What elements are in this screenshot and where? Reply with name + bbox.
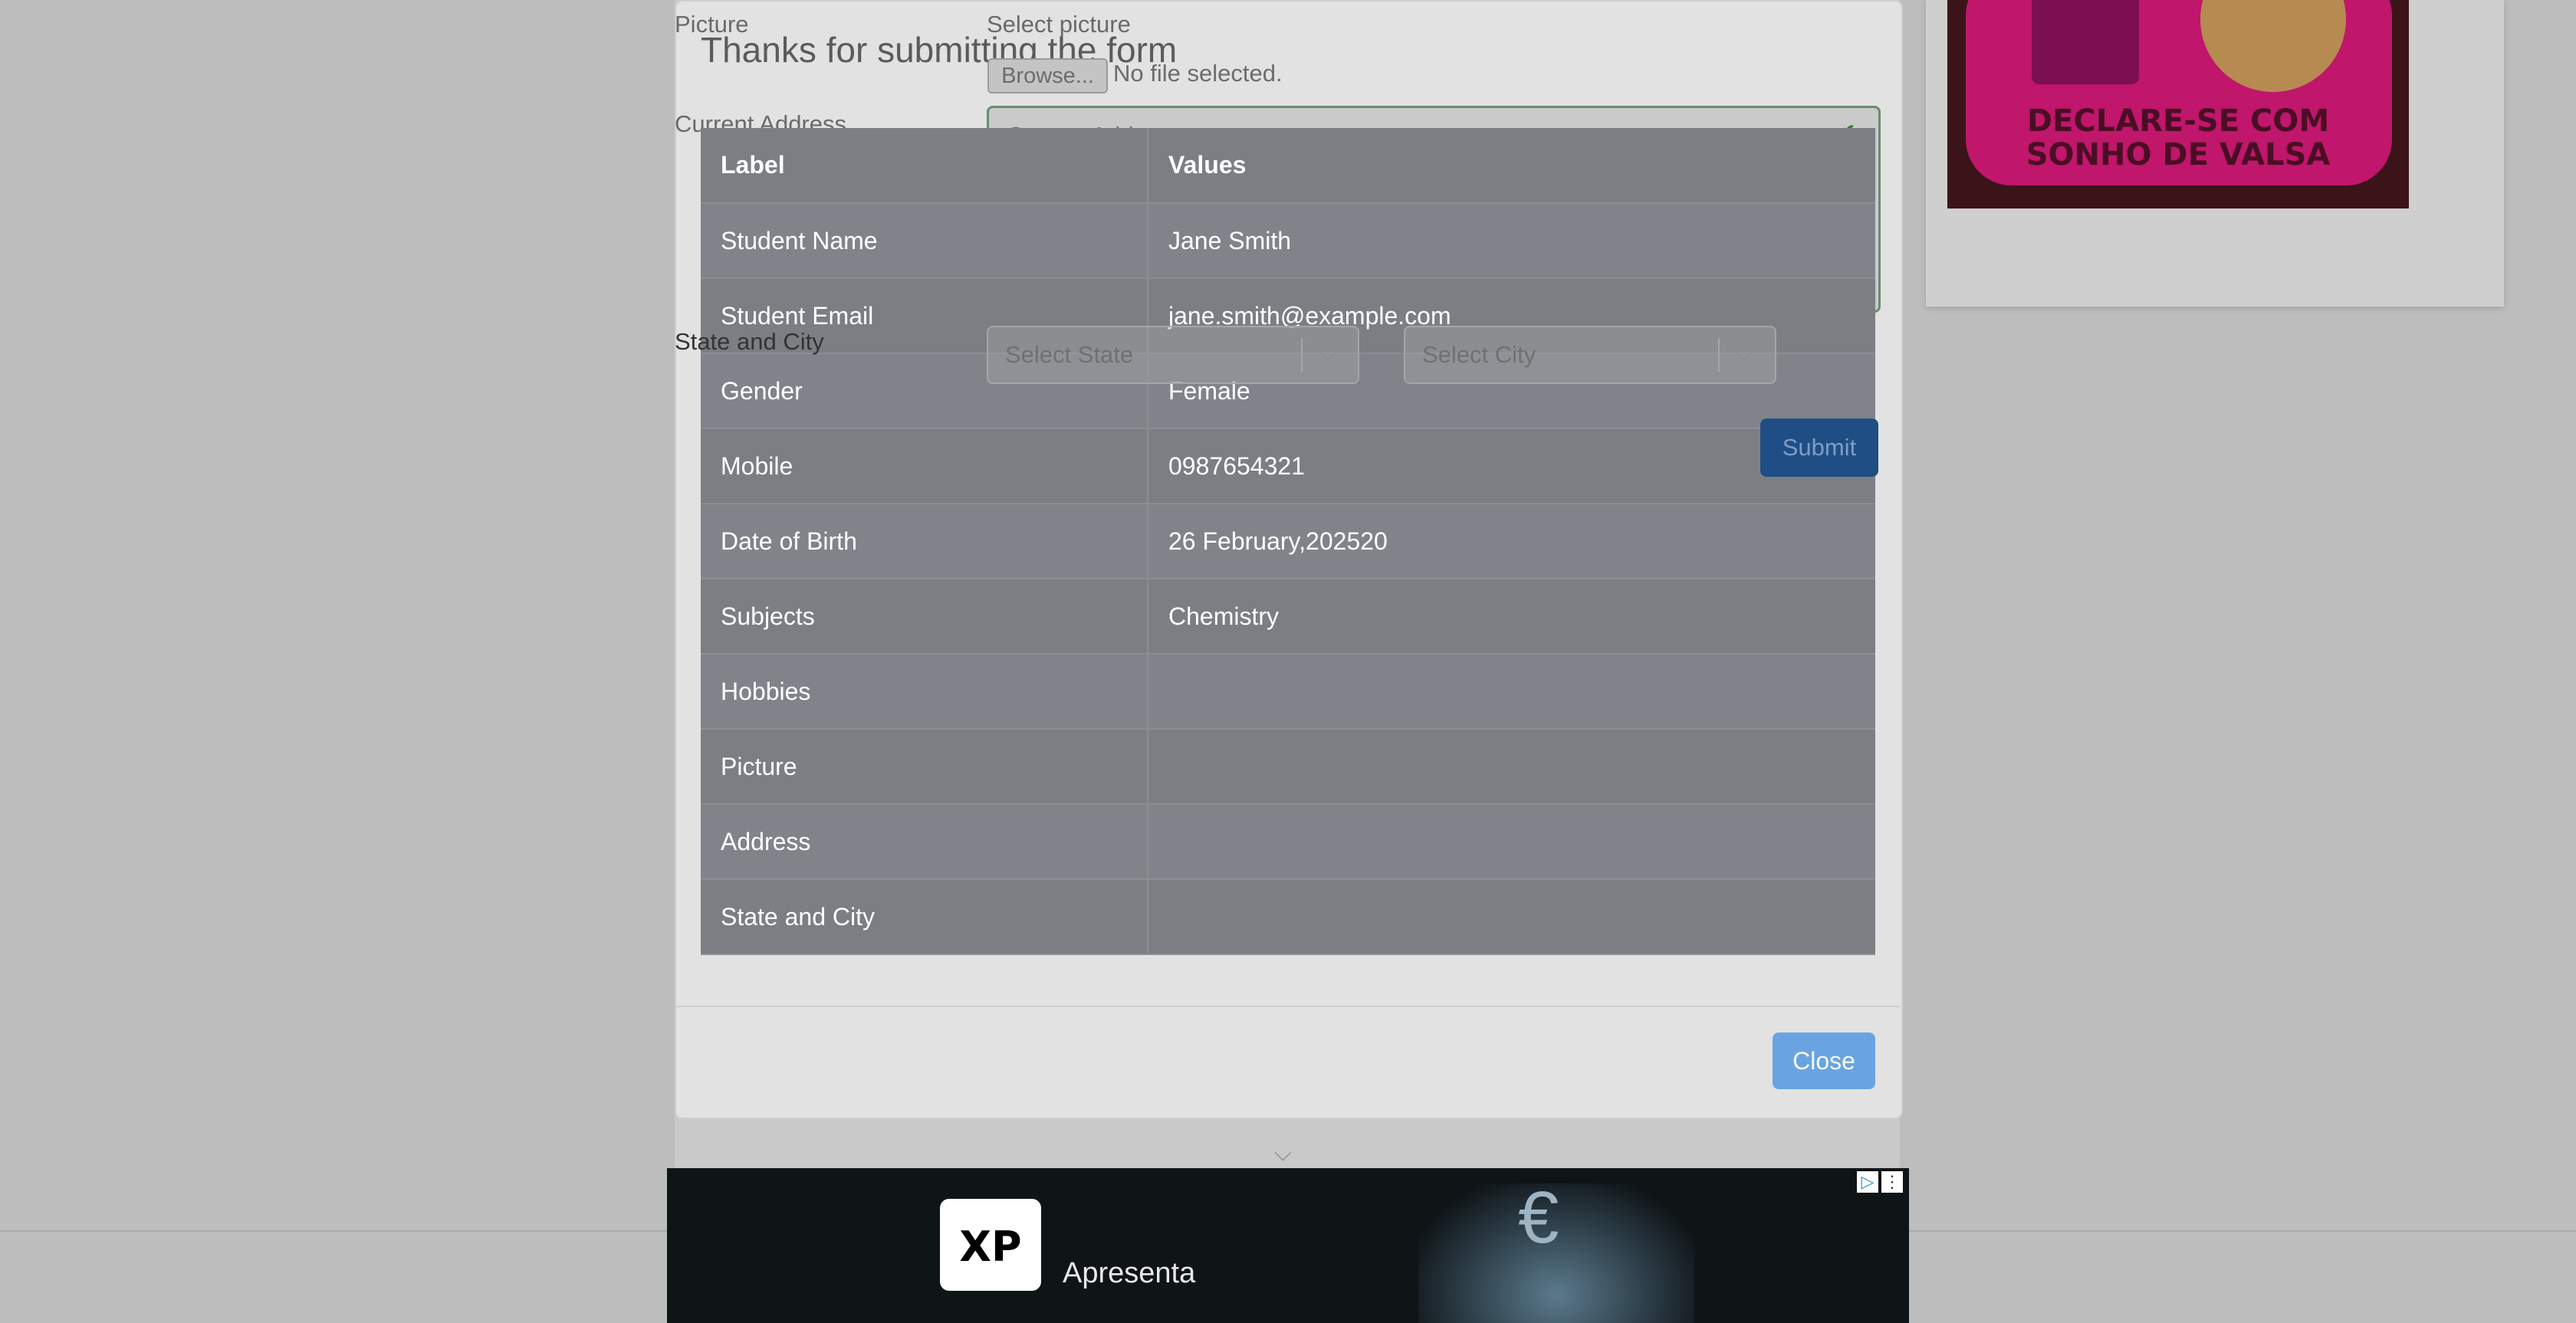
- row-label: Mobile: [701, 428, 1148, 504]
- row-label: Picture: [701, 729, 1148, 805]
- city-select[interactable]: Select City ⌵: [1404, 326, 1776, 384]
- city-select-placeholder: Select City: [1422, 341, 1536, 368]
- select-separator: [1301, 338, 1303, 372]
- close-button[interactable]: Close: [1773, 1032, 1875, 1089]
- modal-footer-divider: [675, 1006, 1900, 1007]
- chevron-down-icon: ⌵: [1737, 341, 1753, 365]
- row-label: State and City: [701, 879, 1148, 955]
- table-row: Mobile 0987654321: [701, 428, 1875, 504]
- adchoices-icon[interactable]: ▷: [1857, 1171, 1878, 1193]
- ad-tagline: Apresenta: [1063, 1257, 1196, 1289]
- euro-icon: €: [1518, 1177, 1559, 1259]
- table-header-row: Label Values: [701, 128, 1875, 204]
- browse-button[interactable]: Browse...: [987, 58, 1108, 94]
- table-row: Picture: [701, 729, 1875, 805]
- state-select-placeholder: Select State: [1005, 341, 1134, 368]
- table-row: Subjects Chemistry: [701, 579, 1875, 655]
- row-value: Jane Smith: [1148, 203, 1875, 279]
- ad-headline-line1: DECLARE-SE COM: [2026, 103, 2330, 139]
- ad-menu-icon[interactable]: ⋮: [1881, 1171, 1903, 1193]
- row-label: Date of Birth: [701, 504, 1148, 579]
- row-label: Student Name: [701, 203, 1148, 279]
- table-row: State and City: [701, 879, 1875, 955]
- row-label: Subjects: [701, 579, 1148, 655]
- table-row: Student Name Jane Smith: [701, 203, 1875, 279]
- row-value: [1148, 654, 1875, 730]
- header-label: Label: [701, 128, 1148, 204]
- table-row: Address: [701, 804, 1875, 880]
- submission-results-table: Label Values Student Name Jane Smith Stu…: [701, 128, 1875, 955]
- state-select[interactable]: Select State ⌵: [987, 326, 1359, 384]
- table-row: Date of Birth 26 February,202520: [701, 504, 1875, 579]
- file-status-text: No file selected.: [1113, 60, 1283, 87]
- ad-headline-line2: SONHO DE VALSA: [2026, 137, 2331, 172]
- row-value: [1148, 879, 1875, 955]
- row-label: Address: [701, 804, 1148, 880]
- row-value: 26 February,202520: [1148, 504, 1875, 579]
- row-value: [1148, 804, 1875, 880]
- chevron-down-icon: ⌵: [1319, 341, 1336, 365]
- state-city-label: State and City: [675, 328, 824, 355]
- row-value: [1148, 729, 1875, 805]
- row-value: Chemistry: [1148, 579, 1875, 655]
- ad-candy-wrapper-image: [2032, 0, 2139, 84]
- chevron-down-icon[interactable]: ⌵: [1274, 1141, 1292, 1167]
- xp-logo: XP: [940, 1199, 1041, 1291]
- picture-label: Picture: [675, 11, 749, 38]
- header-values: Values: [1148, 128, 1875, 204]
- select-separator: [1718, 338, 1720, 372]
- submit-button[interactable]: Submit: [1760, 419, 1878, 477]
- side-ad-banner[interactable]: DECLARE-SE COM SONHO DE VALSA: [1947, 0, 2409, 208]
- table-row: Hobbies: [701, 654, 1875, 730]
- select-picture-label: Select picture: [987, 11, 1131, 38]
- row-label: Hobbies: [701, 654, 1148, 730]
- bottom-ad-banner[interactable]: XP Apresenta € ▷ ⋮: [667, 1168, 1909, 1323]
